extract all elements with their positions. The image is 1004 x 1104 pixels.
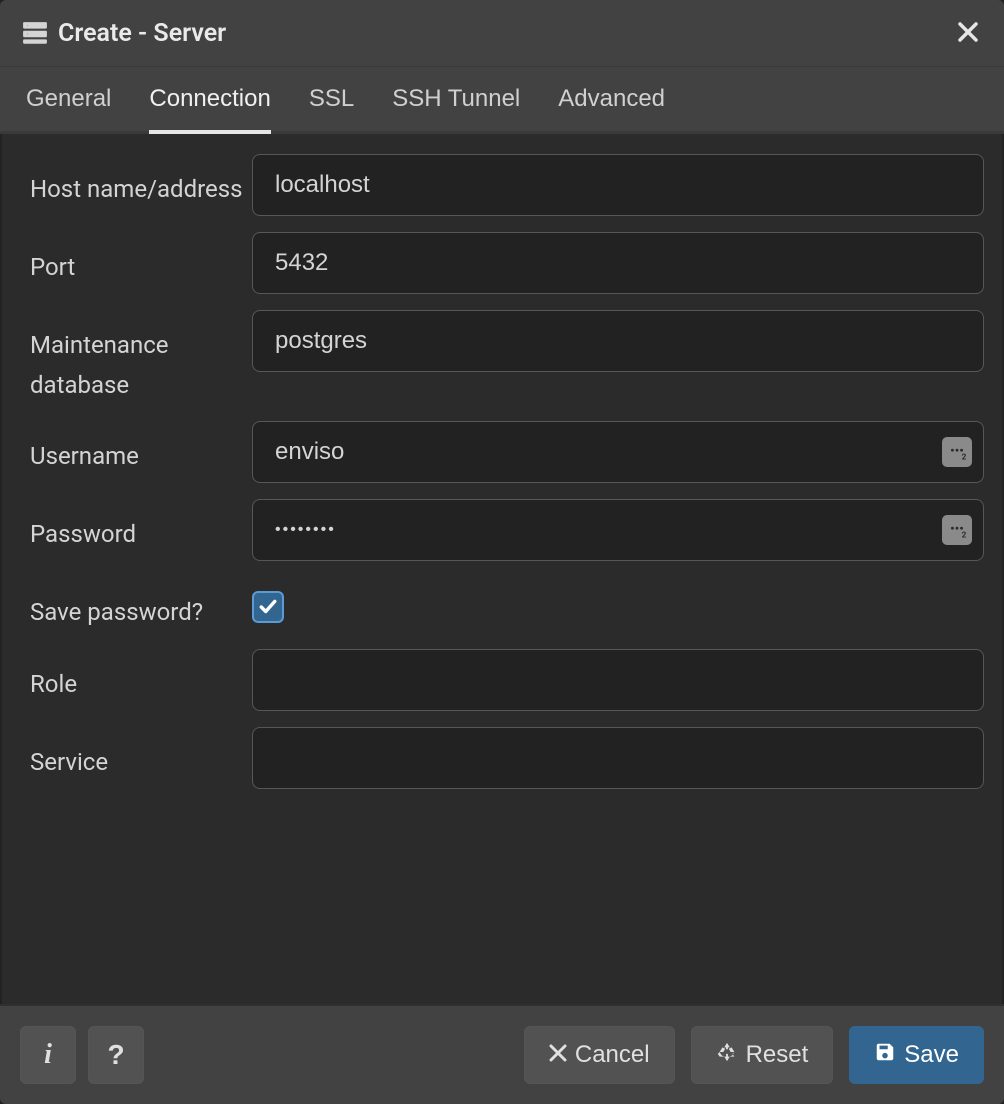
label-maintenance-db: Maintenance database bbox=[20, 310, 252, 405]
port-input[interactable] bbox=[252, 232, 984, 294]
password-manager-icon[interactable]: 2 bbox=[942, 437, 972, 467]
reset-label: Reset bbox=[746, 1041, 809, 1069]
reset-button[interactable]: Reset bbox=[691, 1026, 834, 1084]
label-save-password: Save password? bbox=[20, 577, 252, 633]
tab-ssh-tunnel[interactable]: SSH Tunnel bbox=[392, 67, 520, 131]
dialog-header: Create - Server bbox=[0, 0, 1004, 67]
password-manager-icon[interactable]: 2 bbox=[942, 515, 972, 545]
row-username: Username 2 bbox=[20, 421, 984, 483]
help-button[interactable]: ? bbox=[88, 1026, 144, 1084]
password-input[interactable] bbox=[252, 499, 984, 561]
label-username: Username bbox=[20, 421, 252, 477]
label-password: Password bbox=[20, 499, 252, 555]
username-input[interactable] bbox=[252, 421, 984, 483]
role-input[interactable] bbox=[252, 649, 984, 711]
save-password-checkbox[interactable] bbox=[252, 591, 284, 623]
row-password: Password 2 bbox=[20, 499, 984, 561]
save-button[interactable]: Save bbox=[849, 1026, 984, 1084]
label-service: Service bbox=[20, 727, 252, 783]
save-label: Save bbox=[904, 1041, 959, 1069]
svg-text:2: 2 bbox=[962, 453, 967, 463]
service-input[interactable] bbox=[252, 727, 984, 789]
tab-connection[interactable]: Connection bbox=[149, 67, 270, 131]
save-icon bbox=[874, 1041, 896, 1070]
dialog-title: Create - Server bbox=[58, 19, 226, 48]
row-service: Service bbox=[20, 727, 984, 789]
create-server-dialog: Create - Server General Connection SSL S… bbox=[0, 0, 1004, 1104]
dialog-header-left: Create - Server bbox=[22, 19, 226, 48]
tab-advanced[interactable]: Advanced bbox=[558, 67, 665, 131]
tab-general[interactable]: General bbox=[26, 67, 111, 131]
row-role: Role bbox=[20, 649, 984, 711]
close-button[interactable] bbox=[954, 16, 982, 50]
maintenance-db-input[interactable] bbox=[252, 310, 984, 372]
host-input[interactable] bbox=[252, 154, 984, 216]
help-icon: ? bbox=[107, 1039, 124, 1071]
check-icon bbox=[259, 598, 277, 616]
server-icon bbox=[22, 21, 48, 45]
info-icon: i bbox=[44, 1039, 52, 1071]
svg-text:2: 2 bbox=[962, 531, 967, 541]
label-port: Port bbox=[20, 232, 252, 288]
row-save-password: Save password? bbox=[20, 577, 984, 633]
tab-ssl[interactable]: SSL bbox=[309, 67, 354, 131]
tabs: General Connection SSL SSH Tunnel Advanc… bbox=[0, 67, 1004, 134]
cancel-button[interactable]: Cancel bbox=[524, 1026, 675, 1084]
form-body: Host name/address Port Maintenance datab… bbox=[0, 134, 1004, 1004]
label-role: Role bbox=[20, 649, 252, 705]
recycle-icon bbox=[716, 1041, 738, 1070]
footer-left: i ? bbox=[20, 1026, 144, 1084]
row-maintenance-db: Maintenance database bbox=[20, 310, 984, 405]
row-host: Host name/address bbox=[20, 154, 984, 216]
row-port: Port bbox=[20, 232, 984, 294]
cancel-icon bbox=[549, 1041, 567, 1069]
info-button[interactable]: i bbox=[20, 1026, 76, 1084]
footer-right: Cancel Reset Save bbox=[524, 1026, 984, 1084]
cancel-label: Cancel bbox=[575, 1041, 650, 1069]
close-icon bbox=[958, 18, 978, 48]
label-host: Host name/address bbox=[20, 154, 252, 210]
dialog-footer: i ? Cancel bbox=[0, 1004, 1004, 1104]
